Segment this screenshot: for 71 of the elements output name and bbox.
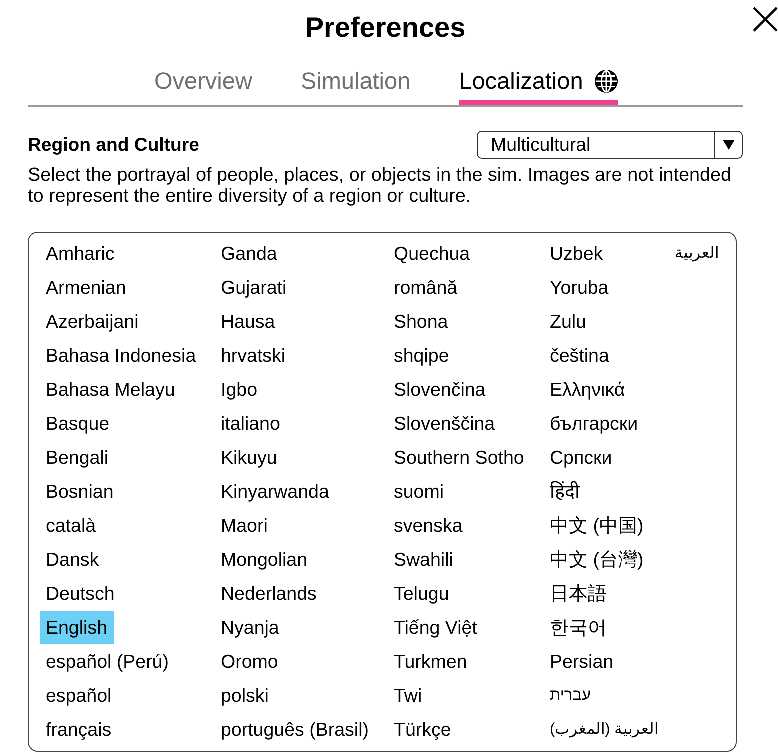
language-option[interactable]: 日本語 <box>544 577 613 610</box>
language-option[interactable]: Bosnian <box>40 475 120 508</box>
language-option[interactable]: Deutsch <box>40 577 121 610</box>
language-option[interactable]: română <box>388 271 464 304</box>
language-option[interactable]: español (Perú) <box>40 645 175 678</box>
language-option[interactable]: shqipe <box>388 339 456 372</box>
language-option[interactable]: Slovenčina <box>388 373 492 406</box>
language-option[interactable]: français <box>40 713 118 746</box>
language-option[interactable]: Azerbaijani <box>40 305 145 338</box>
language-option[interactable]: suomi <box>388 475 450 508</box>
language-option[interactable]: Hausa <box>215 305 282 338</box>
language-option[interactable]: Oromo <box>215 645 284 678</box>
language-option[interactable]: 한국어 <box>544 611 613 644</box>
language-option[interactable]: Gujarati <box>215 271 293 304</box>
section-label: Region and Culture <box>28 134 200 156</box>
language-option[interactable]: Uzbek <box>544 237 610 270</box>
language-option[interactable]: Bahasa Indonesia <box>40 339 202 372</box>
tab[interactable]: Localization <box>459 68 618 105</box>
description-text: Select the portrayal of people, places, or objects in the sim. Images are not intended to represent the entire diversity of a region or culture. <box>28 164 733 206</box>
language-option[interactable]: polski <box>215 679 275 712</box>
language-option[interactable]: svenska <box>388 509 469 542</box>
language-option[interactable]: עברית <box>544 679 597 712</box>
language-option[interactable]: Turkmen <box>388 645 474 678</box>
close-button[interactable] <box>753 7 778 32</box>
region-dropdown[interactable]: Multicultural <box>477 131 743 158</box>
language-option[interactable]: Swahili <box>388 543 460 576</box>
language-option[interactable]: português (Brasil) <box>215 713 375 746</box>
language-option[interactable]: Ganda <box>215 237 284 270</box>
language-option[interactable]: català <box>40 509 102 542</box>
language-option[interactable]: Quechua <box>388 237 476 270</box>
language-option[interactable]: Southern Sotho <box>388 441 530 474</box>
language-option[interactable]: Shona <box>388 305 454 338</box>
caret-icon <box>722 140 734 150</box>
language-option[interactable]: Armenian <box>40 271 132 304</box>
language-option[interactable]: Bahasa Melayu <box>40 373 182 406</box>
language-option[interactable]: Tiếng Việt <box>388 611 484 644</box>
language-option[interactable]: 中文 (台灣) <box>544 543 650 576</box>
language-option[interactable]: Bengali <box>40 441 115 474</box>
close-icon <box>753 7 778 32</box>
tab[interactable]: Simulation <box>300 68 411 105</box>
language-option[interactable]: español <box>40 679 118 712</box>
language-option[interactable]: English <box>40 611 114 644</box>
dialog-title: Preferences <box>304 11 467 44</box>
language-option[interactable]: Српски <box>544 441 618 474</box>
language-option[interactable]: हिंदी <box>544 475 586 508</box>
language-option[interactable]: hrvatski <box>215 339 292 372</box>
language-option[interactable]: Maori <box>215 509 274 542</box>
language-option[interactable]: Mongolian <box>215 543 314 576</box>
language-option[interactable]: čeština <box>544 339 616 372</box>
language-option[interactable]: Türkçe <box>388 713 458 746</box>
language-option[interactable]: Twi <box>388 679 428 712</box>
language-option[interactable]: Telugu <box>388 577 456 610</box>
language-option[interactable]: Yoruba <box>544 271 615 304</box>
language-option[interactable]: Ελληνικά <box>544 373 632 406</box>
language-option[interactable]: Nyanja <box>215 611 286 644</box>
language-option[interactable]: Amharic <box>40 237 121 270</box>
language-option[interactable]: Persian <box>544 645 620 678</box>
language-option[interactable]: Dansk <box>40 543 106 576</box>
language-option[interactable]: Igbo <box>215 373 264 406</box>
language-option[interactable]: 中文 (中国) <box>544 509 650 542</box>
language-option[interactable]: Slovenščina <box>388 407 502 440</box>
tab[interactable]: Overview <box>154 68 252 105</box>
language-option[interactable]: Nederlands <box>215 577 323 610</box>
language-option[interactable]: العربية (المغرب) <box>544 713 665 746</box>
language-option[interactable]: Kinyarwanda <box>215 475 336 508</box>
language-option[interactable]: Zulu <box>544 305 592 338</box>
language-option[interactable]: Kikuyu <box>215 441 284 474</box>
language-option[interactable]: Basque <box>40 407 116 440</box>
language-option[interactable]: العربية <box>669 237 725 270</box>
language-option[interactable]: italiano <box>215 407 286 440</box>
language-option[interactable]: български <box>544 407 644 440</box>
